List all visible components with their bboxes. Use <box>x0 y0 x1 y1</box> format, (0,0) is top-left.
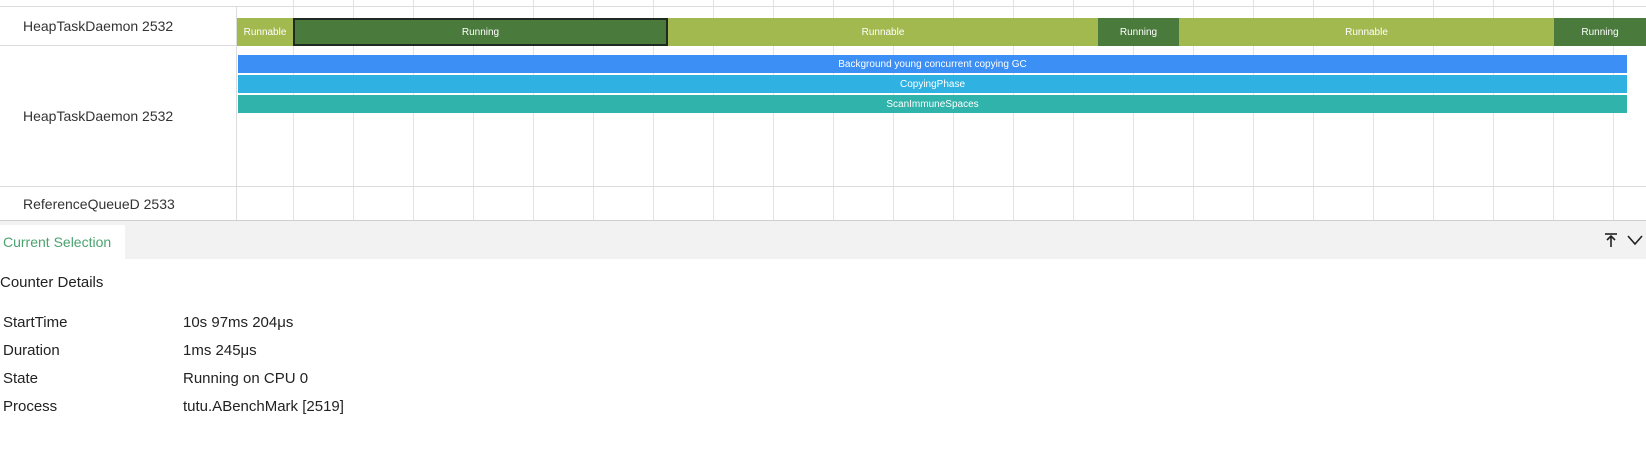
track-label: HeapTaskDaemon 2532 <box>0 7 237 45</box>
track-label: HeapTaskDaemon 2532 <box>0 46 237 186</box>
detail-key: State <box>3 370 39 387</box>
thread-state-segment[interactable]: Runnable <box>1179 18 1554 46</box>
detail-key: Process <box>3 398 58 415</box>
slice-bar[interactable]: ScanImmuneSpaces <box>238 95 1627 113</box>
detail-value: tutu.ABenchMark [2519] <box>183 398 344 415</box>
detail-key: Duration <box>3 342 60 359</box>
thread-state-segment[interactable]: Runnable <box>668 18 1098 46</box>
thread-state-segment[interactable]: Running <box>293 18 668 46</box>
slice-bar[interactable]: CopyingPhase <box>238 75 1627 93</box>
slice-bar[interactable]: Background young concurrent copying GC <box>238 55 1627 73</box>
slice-track[interactable]: HeapTaskDaemon 2532 Background young con… <box>0 46 1646 187</box>
timeline-area: HeapTaskDaemon 2532 Runnable Running Runna… <box>0 0 1646 221</box>
track-label: ReferenceQueueD 2533 <box>0 187 237 221</box>
thread-state-segment[interactable]: Runnable <box>237 18 293 46</box>
previous-row-edge <box>0 0 1646 7</box>
thread-state-segment[interactable]: Running <box>1098 18 1179 46</box>
detail-key: StartTime <box>3 314 68 331</box>
pin-top-icon[interactable] <box>1600 229 1622 251</box>
thread-state-track[interactable]: HeapTaskDaemon 2532 Runnable Running Runna… <box>0 7 1646 46</box>
chevron-down-icon[interactable] <box>1624 229 1646 251</box>
detail-value: Running on CPU 0 <box>183 370 309 387</box>
tab-current-selection[interactable]: Current Selection <box>0 225 126 259</box>
detail-value: 10s 97ms 204μs <box>183 314 294 331</box>
panel-tab-bar: Current Selection <box>0 221 1646 259</box>
reference-queue-track[interactable]: ReferenceQueueD 2533 <box>0 187 1646 221</box>
counter-details-title: Counter Details <box>0 274 104 291</box>
detail-value: 1ms 245μs <box>183 342 257 359</box>
tab-label: Current Selection <box>3 234 112 250</box>
thread-state-segment[interactable]: Running <box>1554 18 1646 46</box>
